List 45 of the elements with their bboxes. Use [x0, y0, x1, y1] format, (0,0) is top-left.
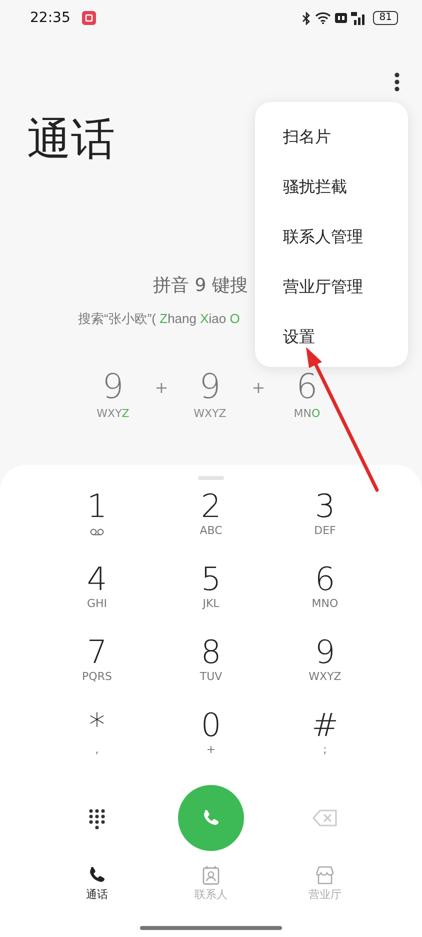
more-options-icon[interactable] — [394, 72, 400, 92]
dial-key[interactable]: * , — [40, 705, 154, 778]
menu-item[interactable]: 联系人管理 — [255, 212, 408, 262]
dial-key[interactable]: 3 DEF — [268, 486, 382, 559]
battery-level: 81 — [373, 11, 398, 25]
phone-icon — [201, 808, 221, 828]
page-title: 通话 — [27, 118, 115, 162]
search-hint-title: 拼音 9 键搜 — [153, 274, 248, 298]
example-letters: WXYZ — [96, 406, 130, 422]
example-letters: WXYZ — [194, 406, 226, 422]
dial-key[interactable]: 0 + — [154, 705, 268, 778]
menu-item[interactable]: 扫名片 — [255, 112, 408, 162]
dial-key[interactable]: 7 PQRS — [40, 632, 154, 705]
dial-key[interactable]: 1 — [40, 486, 154, 559]
dial-key[interactable]: 5 JKL — [154, 559, 268, 632]
wifi-icon — [315, 12, 332, 24]
dial-key[interactable]: 4 GHI — [40, 559, 154, 632]
example-letters: MNO — [294, 406, 320, 422]
plus-sign: + — [252, 377, 266, 400]
menu-item[interactable]: 营业厅管理 — [255, 262, 408, 312]
dial-key[interactable]: 8 TUV — [154, 632, 268, 705]
contacts-icon — [201, 865, 221, 885]
plus-sign: + — [154, 377, 168, 400]
hd-icon — [335, 13, 348, 23]
signal-icon — [351, 12, 368, 24]
phone-icon — [87, 865, 107, 885]
menu-item[interactable]: 骚扰拦截 — [255, 162, 408, 212]
dialpad-toggle[interactable] — [88, 806, 106, 830]
bluetooth-icon — [302, 12, 312, 24]
dial-key[interactable]: 9 WXYZ — [268, 632, 382, 705]
screen-record-icon — [82, 11, 96, 25]
voicemail-icon — [90, 528, 104, 536]
store-icon — [314, 865, 336, 885]
dial-key[interactable]: # ; — [268, 705, 382, 778]
status-time: 22:35 — [30, 8, 70, 28]
example-digit: 6 — [296, 368, 318, 406]
search-example: 搜索“张小欧”( Zhang Xiao O — [78, 310, 240, 328]
menu-item[interactable]: 设置 — [255, 312, 408, 362]
example-digit: 9 — [199, 368, 221, 406]
example-digit: 9 — [102, 368, 124, 406]
dial-key[interactable]: 6 MNO — [268, 559, 382, 632]
backspace-icon[interactable] — [312, 809, 338, 827]
dial-key[interactable]: 2 ABC — [154, 486, 268, 559]
dialpad-icon — [88, 808, 106, 830]
tab-item[interactable]: 通话 — [40, 864, 154, 904]
